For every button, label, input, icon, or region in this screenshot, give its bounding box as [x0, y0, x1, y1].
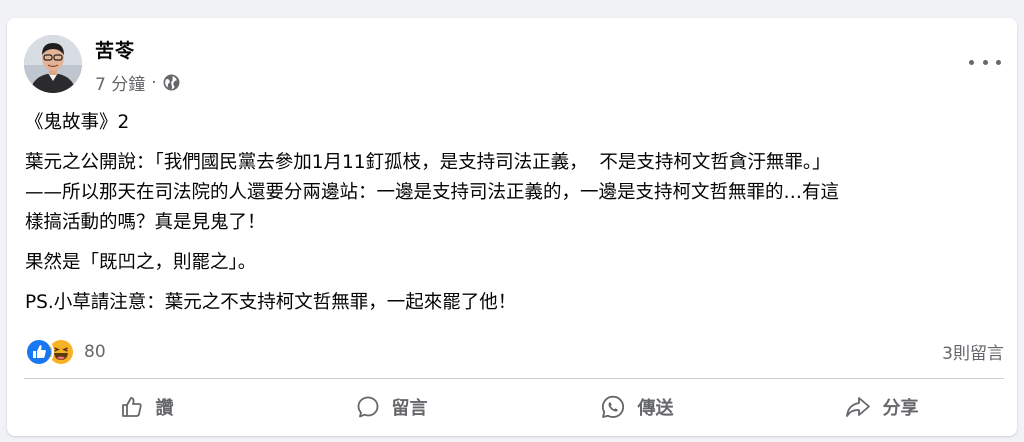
post-line: 樣搞活動的嗎？真是見鬼了！: [25, 212, 266, 233]
like-label: 讚: [155, 398, 174, 419]
avatar[interactable]: [24, 35, 82, 93]
reactions-summary[interactable]: 80: [24, 337, 106, 367]
post-time[interactable]: 7 分鐘: [95, 70, 145, 95]
post-meta: 7 分鐘 ·: [95, 70, 180, 95]
post-body: 《鬼故事》2 葉元之公開說：「我們國民黨去參加1月11釘孤枝，是支持司法正義， …: [25, 108, 1015, 318]
send-whatsapp-button[interactable]: 傳送: [514, 380, 759, 434]
post-card: 苦苓 7 分鐘 · 《鬼故事》2 葉元之公開說：「我們國民黨去參加1月11釘孤枝…: [7, 18, 1017, 436]
share-button[interactable]: 分享: [759, 380, 1004, 434]
post-line: PS.小草請注意：葉元之不支持柯文哲無罪，一起來罷了他！: [25, 292, 517, 313]
divider: [24, 378, 1004, 379]
share-arrow-icon: [845, 397, 870, 417]
whatsapp-icon: [601, 395, 624, 418]
like-reaction-icon: [24, 337, 54, 367]
post-line: ——所以那天在司法院的人還要分兩邊站：一邊是支持司法正義的，一邊是支持柯文哲無罪…: [25, 182, 840, 203]
thumbs-up-icon: [121, 397, 142, 417]
post-line: 葉元之公開說：「我們國民黨去參加1月11釘孤枝，是支持司法正義， 不是支持柯文哲…: [25, 152, 831, 173]
comment-label: 留言: [391, 398, 428, 419]
globe-icon: [163, 74, 180, 91]
send-label: 傳送: [637, 398, 674, 419]
meta-separator: ·: [151, 72, 157, 93]
post-line: 果然是「既凹之，則罷之」。: [25, 252, 257, 273]
comment-button[interactable]: 留言: [269, 380, 514, 434]
more-dots-icon[interactable]: [969, 52, 1001, 72]
reaction-count: 80: [84, 342, 106, 362]
share-label: 分享: [882, 398, 919, 419]
action-bar: 讚 留言 傳送 分享: [24, 380, 1004, 434]
author-name[interactable]: 苦苓: [95, 36, 135, 63]
comment-bubble-icon: [357, 396, 378, 418]
post-line: 《鬼故事》2: [25, 112, 130, 133]
comment-count[interactable]: 3則留言: [942, 339, 1004, 364]
like-button[interactable]: 讚: [24, 380, 269, 434]
